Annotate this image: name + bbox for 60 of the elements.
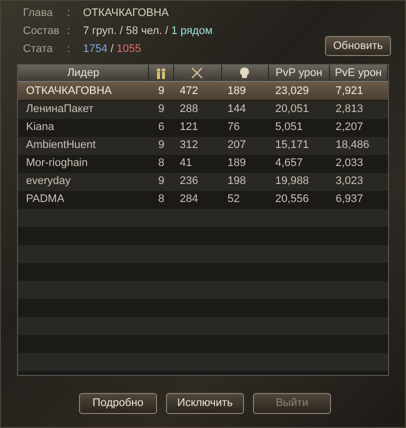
- table-cell: 2,033: [336, 156, 364, 169]
- action-button[interactable]: Подробно: [79, 393, 157, 414]
- info-label: Стата: [23, 42, 54, 58]
- table-cell: 2,207: [336, 120, 364, 133]
- table-cell: 4,657: [275, 156, 303, 169]
- table-cell: 52: [228, 192, 240, 205]
- column-header[interactable]: PvP урон: [276, 64, 322, 82]
- table-cell: 7,921: [336, 84, 364, 97]
- table-cell: 19,988: [275, 174, 309, 187]
- table-cell: everyday: [26, 174, 71, 187]
- info-value: 1754 / 1055: [83, 42, 142, 58]
- table-cell: PADMA: [26, 192, 64, 205]
- table-cell: 41: [180, 156, 192, 169]
- colon-separator: :: [67, 24, 72, 40]
- table-cell: 288: [180, 102, 198, 115]
- table-cell: 9: [158, 84, 164, 97]
- crossed-swords-icon: [191, 67, 204, 79]
- table-cell: 9: [158, 174, 164, 187]
- table-cell: 121: [180, 120, 198, 133]
- table-cell: 20,051: [275, 102, 309, 115]
- table-cell: 312: [180, 138, 198, 151]
- table-cell: 2,813: [336, 102, 364, 115]
- refresh-button[interactable]: Обновить: [325, 36, 391, 56]
- table-cell: 8: [158, 192, 164, 205]
- table-cell: 5,051: [275, 120, 303, 133]
- table-cell: 6,937: [336, 192, 364, 205]
- table-cell: 236: [180, 174, 198, 187]
- table-cell: 284: [180, 192, 198, 205]
- column-header[interactable]: PvE урон: [334, 64, 382, 82]
- table-cell: 8: [158, 156, 164, 169]
- info-value: 7 груп. / 58 чел. / 1 рядом: [83, 24, 213, 40]
- table-cell: 472: [180, 84, 198, 97]
- table-cell: 207: [228, 138, 246, 151]
- table-cell: Mor-rioghain: [26, 156, 88, 169]
- table-cell: 189: [228, 156, 246, 169]
- table-cell: Kiana: [26, 120, 54, 133]
- selected-row-highlight[interactable]: ОТКАЧКАГОВНА 9 472 189 23,029 7,921: [18, 82, 388, 100]
- info-value: ОТКАЧКАГОВНА: [83, 6, 169, 22]
- action-button[interactable]: Исключить: [166, 393, 244, 414]
- table-cell: 15,171: [275, 138, 309, 151]
- table-cell: 18,486: [336, 138, 370, 151]
- table-cell: ЛенинаПакет: [26, 102, 94, 115]
- table-cell: 23,029: [275, 84, 309, 97]
- info-label: Глава: [23, 6, 54, 22]
- table-cell: 6: [158, 120, 164, 133]
- colon-separator: :: [67, 42, 72, 58]
- table-cell: 9: [158, 102, 164, 115]
- table-cell: 189: [228, 84, 246, 97]
- table-cell: AmbientHuent: [26, 138, 96, 151]
- table-cell: 9: [158, 138, 164, 151]
- table-cell: 20,556: [275, 192, 309, 205]
- table-cell: 76: [228, 120, 240, 133]
- table-cell: ОТКАЧКАГОВНА: [26, 84, 112, 97]
- people-icon: [155, 68, 168, 78]
- colon-separator: :: [67, 6, 72, 22]
- table-cell: 3,023: [336, 174, 364, 187]
- table-cell: 144: [228, 102, 246, 115]
- table-cell: 198: [228, 174, 246, 187]
- info-label: Состав: [23, 24, 60, 40]
- column-header[interactable]: Лидер: [67, 64, 100, 82]
